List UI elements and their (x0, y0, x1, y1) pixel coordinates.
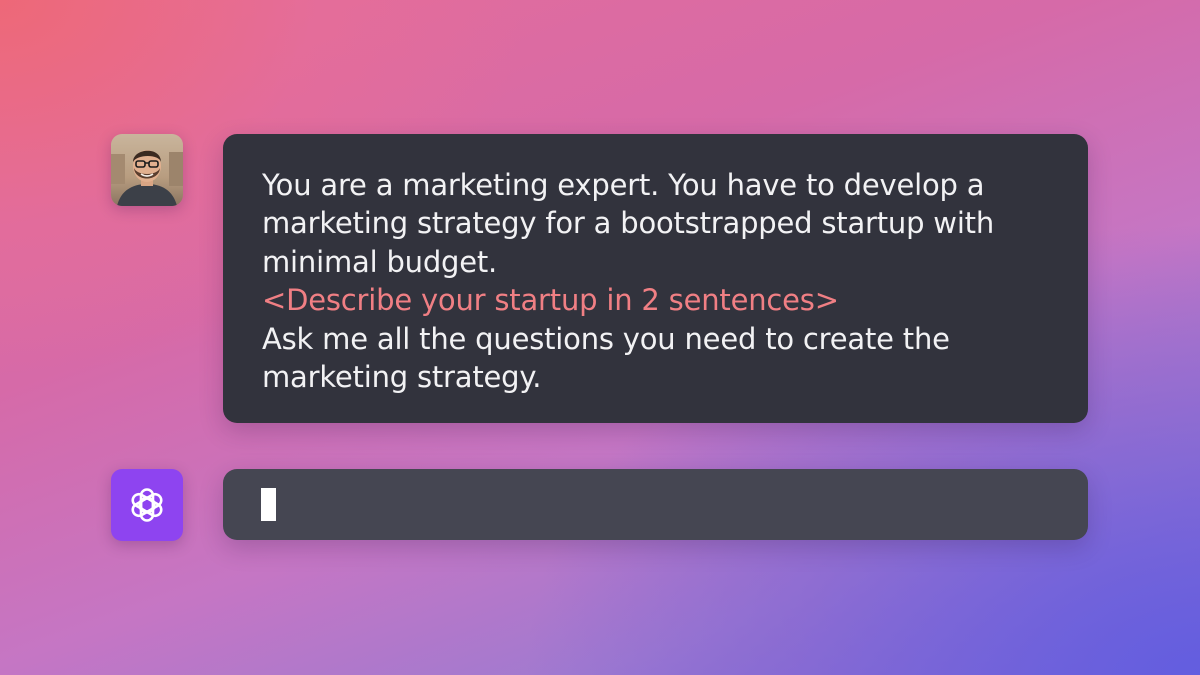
user-avatar-photo (111, 134, 183, 206)
prompt-line: marketing strategy for a bootstrapped st… (262, 206, 995, 241)
user-avatar (111, 134, 183, 206)
prompt-line: You are a marketing expert. You have to … (262, 168, 985, 202)
openai-logo-icon (131, 488, 163, 522)
assistant-avatar (111, 469, 183, 541)
prompt-line: marketing strategy. (262, 360, 542, 395)
prompt-line: Ask me all the questions you need to cre… (262, 321, 950, 356)
prompt-placeholder-line: <Describe your startup in 2 sentences> (262, 283, 839, 318)
user-prompt-message: You are a marketing expert. You have to … (223, 134, 1088, 423)
prompt-line: minimal budget. (262, 244, 498, 279)
typing-cursor (261, 488, 276, 521)
assistant-response-message (223, 469, 1088, 540)
